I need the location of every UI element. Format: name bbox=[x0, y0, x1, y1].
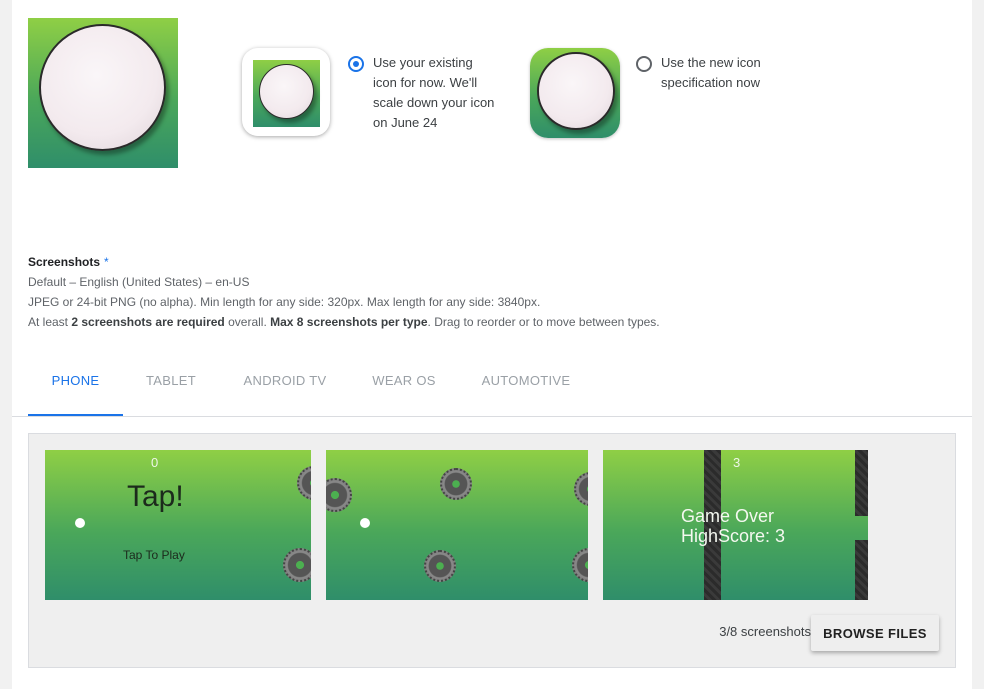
app-icon-preview bbox=[28, 18, 178, 168]
screenshots-title-text: Screenshots bbox=[28, 255, 101, 269]
existing-icon-preview bbox=[242, 48, 330, 136]
existing-icon-label-line: Use your existing bbox=[373, 55, 473, 70]
new-icon-disc bbox=[537, 52, 615, 130]
game-over-title: Game Over bbox=[681, 506, 775, 526]
required-mark: * bbox=[104, 255, 109, 269]
existing-icon-label-line: on June 24 bbox=[373, 115, 438, 130]
game-score: 3 bbox=[733, 455, 741, 470]
screenshot-rules: At least 2 screenshots are required over… bbox=[28, 312, 660, 332]
saw-blade bbox=[326, 478, 352, 512]
screenshot-count: 3/8 screenshots bbox=[719, 624, 811, 639]
tab-tablet[interactable]: TABLET bbox=[130, 362, 212, 416]
new-icon-radio[interactable] bbox=[636, 56, 652, 72]
saw-blade bbox=[572, 548, 588, 582]
new-icon-label-line: Use the new icon bbox=[661, 55, 761, 70]
tab-automotive[interactable]: AUTOMOTIVE bbox=[472, 362, 580, 416]
rule-bold: Max 8 screenshots per type bbox=[270, 315, 428, 329]
screenshot-thumbnail[interactable] bbox=[326, 450, 588, 600]
existing-icon-label[interactable]: Use your existing icon for now. We'll sc… bbox=[373, 53, 494, 133]
screenshot-gallery: 0 Tap! Tap To Play 3 Game Over HighScore… bbox=[28, 433, 956, 668]
existing-icon-label-line: scale down your icon bbox=[373, 95, 495, 110]
screenshot-thumbnail[interactable]: 0 Tap! Tap To Play bbox=[45, 450, 311, 600]
existing-icon-disc bbox=[259, 64, 314, 119]
game-over-text: Game Over HighScore: 3 bbox=[681, 506, 785, 546]
new-icon-label-line: specification now bbox=[661, 75, 760, 90]
saw-blade bbox=[297, 466, 311, 500]
store-listing-card: Use your existing icon for now. We'll sc… bbox=[12, 0, 972, 689]
app-icon-disc bbox=[39, 24, 166, 151]
new-icon-label[interactable]: Use the new icon specification now bbox=[661, 53, 761, 93]
rule-text: overall. bbox=[224, 315, 271, 329]
saw-blade bbox=[283, 548, 311, 582]
tab-android-tv[interactable]: ANDROID TV bbox=[232, 362, 338, 416]
game-ball bbox=[360, 518, 370, 528]
game-ball bbox=[75, 518, 85, 528]
existing-icon-label-line: icon for now. We'll bbox=[373, 75, 478, 90]
tab-wear-os[interactable]: WEAR OS bbox=[364, 362, 444, 416]
browse-files-button[interactable]: BROWSE FILES bbox=[811, 615, 939, 651]
tab-divider bbox=[12, 416, 972, 417]
new-icon-preview bbox=[530, 48, 620, 138]
game-score: 0 bbox=[151, 455, 159, 470]
screenshot-thumbnail[interactable]: 3 Game Over HighScore: 3 bbox=[603, 450, 868, 600]
screenshots-title: Screenshots * bbox=[28, 255, 109, 269]
game-title: Tap! bbox=[127, 480, 184, 513]
game-subtitle: Tap To Play bbox=[123, 548, 185, 562]
pipe-bar bbox=[855, 450, 868, 516]
existing-icon-image bbox=[253, 60, 320, 127]
locale-line: Default – English (United States) – en-U… bbox=[28, 275, 250, 289]
rule-text: . Drag to reorder or to move between typ… bbox=[427, 315, 660, 329]
pipe-bar bbox=[855, 540, 868, 600]
rule-bold: 2 screenshots are required bbox=[71, 315, 225, 329]
format-hint: JPEG or 24-bit PNG (no alpha). Min lengt… bbox=[28, 295, 541, 309]
tab-phone[interactable]: PHONE bbox=[28, 362, 123, 416]
high-score: HighScore: 3 bbox=[681, 526, 786, 546]
rule-text: At least bbox=[28, 315, 72, 329]
existing-icon-radio[interactable] bbox=[348, 56, 364, 72]
saw-blade bbox=[574, 472, 588, 506]
saw-blade bbox=[424, 550, 456, 582]
saw-blade bbox=[440, 468, 472, 500]
